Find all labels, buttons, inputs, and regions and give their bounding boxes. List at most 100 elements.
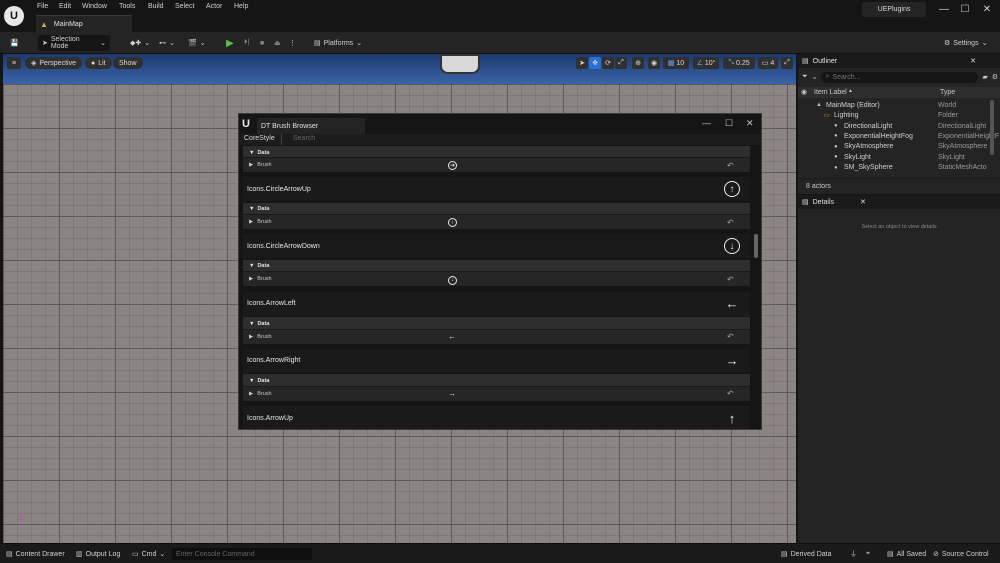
style-dropdown[interactable]: CoreStyle <box>244 135 275 142</box>
brush-preview-glyph: ↑ <box>448 218 457 228</box>
tab-details[interactable]: ▤ Details ✕ <box>798 195 1000 209</box>
blueprint-button[interactable]: ⊷ ⌄ <box>155 35 179 51</box>
brush-row[interactable]: ▶ Brush ↓ ↶ <box>243 271 750 287</box>
source-control-button[interactable]: ⊘ Source Control <box>933 548 989 560</box>
all-saved-button[interactable]: ▤ All Saved <box>887 548 926 560</box>
brush-entry-header[interactable]: Icons.CircleArrowUp ↑ <box>243 177 750 201</box>
step-icon[interactable]: ⏵| <box>240 35 253 51</box>
column-item-label[interactable]: Item Label <box>814 89 847 96</box>
outliner-row[interactable]: ● SM_SkySphere StaticMeshActo <box>798 162 1000 173</box>
translate-tool-icon[interactable]: ✥ <box>589 57 601 69</box>
filter-icon[interactable]: ⏷ <box>802 73 808 81</box>
outliner-row[interactable]: ● SkyLight SkyLight <box>798 152 1000 163</box>
brush-browser-filter-bar: CoreStyle Search <box>239 134 761 145</box>
menu-tools[interactable]: Tools <box>119 3 135 10</box>
settings-button[interactable]: ⚙ Settings ⌄ <box>940 35 991 51</box>
brush-row[interactable]: ▶ Brush ➔ ↶ <box>243 157 750 172</box>
tab-outliner[interactable]: ▤ Outliner ✕ <box>798 54 1000 68</box>
outliner-row-type: SkyLight <box>938 153 965 161</box>
cmd-dropdown[interactable]: ▭ Cmd ⌄ <box>132 548 165 560</box>
rotate-tool-icon[interactable]: ⟳ <box>602 57 614 69</box>
menu-edit[interactable]: Edit <box>59 3 71 10</box>
brush-entry-header[interactable]: Icons.ArrowLeft ← <box>243 291 750 316</box>
outliner-row-type: Folder <box>938 112 958 120</box>
show-button[interactable]: Show <box>113 57 143 69</box>
maximize-icon[interactable]: ☐ <box>955 2 975 16</box>
stop-icon[interactable]: ■ <box>256 35 268 51</box>
add-folder-icon[interactable]: ▰ <box>982 73 987 81</box>
brush-large-preview-icon: ↑ <box>728 410 736 426</box>
brush-row[interactable]: ▶ Brush → ↶ <box>243 385 750 401</box>
viewport-menu-icon[interactable]: ≡ <box>7 57 21 69</box>
eject-icon[interactable]: ⏏ <box>270 35 285 51</box>
maximize-icon[interactable]: ☐ <box>725 118 733 129</box>
select-tool-icon[interactable]: ➤ <box>576 57 588 69</box>
perspective-button[interactable]: ◈ Perspective <box>25 57 82 69</box>
menu-file[interactable]: File <box>37 3 48 10</box>
close-icon[interactable]: ✕ <box>970 57 976 65</box>
cursor-icon[interactable]: ⌖ <box>866 548 870 560</box>
minimize-icon[interactable]: — <box>934 2 954 16</box>
trace-icon[interactable]: ⏚ <box>850 548 857 560</box>
outliner-row[interactable]: ● ExponentialHeightFog ExponentialHeightF <box>798 131 1000 142</box>
tab-mainmap[interactable]: ▲ MainMap <box>36 15 132 32</box>
add-actor-button[interactable]: ◆✚ ⌄ <box>126 35 154 51</box>
brush-row[interactable]: ▶ Brush ← ↶ <box>243 328 750 344</box>
lit-button[interactable]: ● Lit <box>85 57 112 69</box>
play-icon[interactable]: ▶ <box>222 35 238 51</box>
grid-icon: ▦ <box>667 60 675 67</box>
reset-icon[interactable]: ↶ <box>727 332 734 341</box>
content-drawer-button[interactable]: ▤ Content Drawer <box>6 548 65 560</box>
menu-build[interactable]: Build <box>148 3 164 10</box>
menu-actor[interactable]: Actor <box>206 3 222 10</box>
reset-icon[interactable]: ↶ <box>727 218 734 227</box>
camera-speed-button[interactable]: ▭ 4 <box>758 57 778 69</box>
close-icon[interactable]: ✕ <box>746 118 754 129</box>
scale-tool-icon[interactable]: ⤢ <box>615 57 627 69</box>
outliner-scrollbar[interactable] <box>990 100 994 155</box>
close-icon[interactable]: ✕ <box>977 2 997 16</box>
chevron-down-icon: ⌄ <box>981 40 988 47</box>
gear-icon[interactable]: ⚙ <box>992 73 998 81</box>
brush-entry-header[interactable]: Icons.CircleArrowDown ↓ <box>243 234 750 259</box>
output-log-button[interactable]: ▥ Output Log <box>76 548 120 560</box>
reset-icon[interactable]: ↶ <box>727 275 734 284</box>
clapper-icon: 🎬 <box>188 40 197 47</box>
cinematics-button[interactable]: 🎬 ⌄ <box>184 35 210 51</box>
minimize-icon[interactable]: — <box>702 118 711 128</box>
menu-window[interactable]: Window <box>82 3 107 10</box>
chevron-down-icon: ⌄ <box>811 74 818 81</box>
eye-icon[interactable]: ◉ <box>801 88 807 96</box>
column-type[interactable]: Type <box>940 89 955 96</box>
console-input[interactable]: Enter Console Command <box>172 548 312 560</box>
brush-row[interactable]: ▶ Brush ↑ ↶ <box>243 214 750 229</box>
platforms-button[interactable]: ▤ Platforms ⌄ <box>310 35 366 51</box>
menu-select[interactable]: Select <box>175 3 194 10</box>
outliner-row[interactable]: ● SkyAtmosphere SkyAtmosphere <box>798 142 1000 153</box>
surface-snap-icon[interactable]: ◉ <box>648 57 660 69</box>
grid-snap-button[interactable]: ▦ 10 <box>663 57 689 69</box>
scale-snap-button[interactable]: ⤡ 0.25 <box>723 57 755 69</box>
brush-label: Brush <box>257 276 272 283</box>
outliner-search-input[interactable]: ⌕ Search... <box>821 71 979 83</box>
save-icon[interactable]: 💾 <box>6 35 23 51</box>
world-space-icon[interactable]: ⊕ <box>632 57 644 69</box>
outliner-row[interactable]: ● DirectionalLight DirectionalLight <box>798 121 1000 132</box>
more-options-icon[interactable]: ⋮ <box>285 35 300 51</box>
brush-search-input[interactable]: Search <box>293 135 315 142</box>
menu-help[interactable]: Help <box>234 3 248 10</box>
category-label: Data <box>257 149 270 156</box>
brush-browser-tab[interactable]: DT Brush Browser <box>257 118 365 134</box>
outliner-row[interactable]: ▭ Lighting Folder <box>798 110 1000 121</box>
derived-data-button[interactable]: ▤ Derived Data <box>781 548 831 560</box>
outliner-row[interactable]: ▲ MainMap (Editor) World <box>798 100 1000 111</box>
brush-list-scrollbar[interactable] <box>754 234 758 258</box>
brush-entry-header[interactable]: Icons.ArrowRight → <box>243 348 750 373</box>
reset-icon[interactable]: ↶ <box>727 389 734 398</box>
brush-entry-header[interactable]: Icons.ArrowUp ↑ <box>243 406 750 429</box>
reset-icon[interactable]: ↶ <box>727 161 734 170</box>
rotation-snap-button[interactable]: ∠ 10° <box>693 57 719 69</box>
close-icon[interactable]: ✕ <box>860 198 866 206</box>
maximize-viewport-icon[interactable]: ⤢ <box>781 57 793 69</box>
selection-mode-dropdown[interactable]: ➤ Selection Mode ⌄ <box>38 35 110 51</box>
